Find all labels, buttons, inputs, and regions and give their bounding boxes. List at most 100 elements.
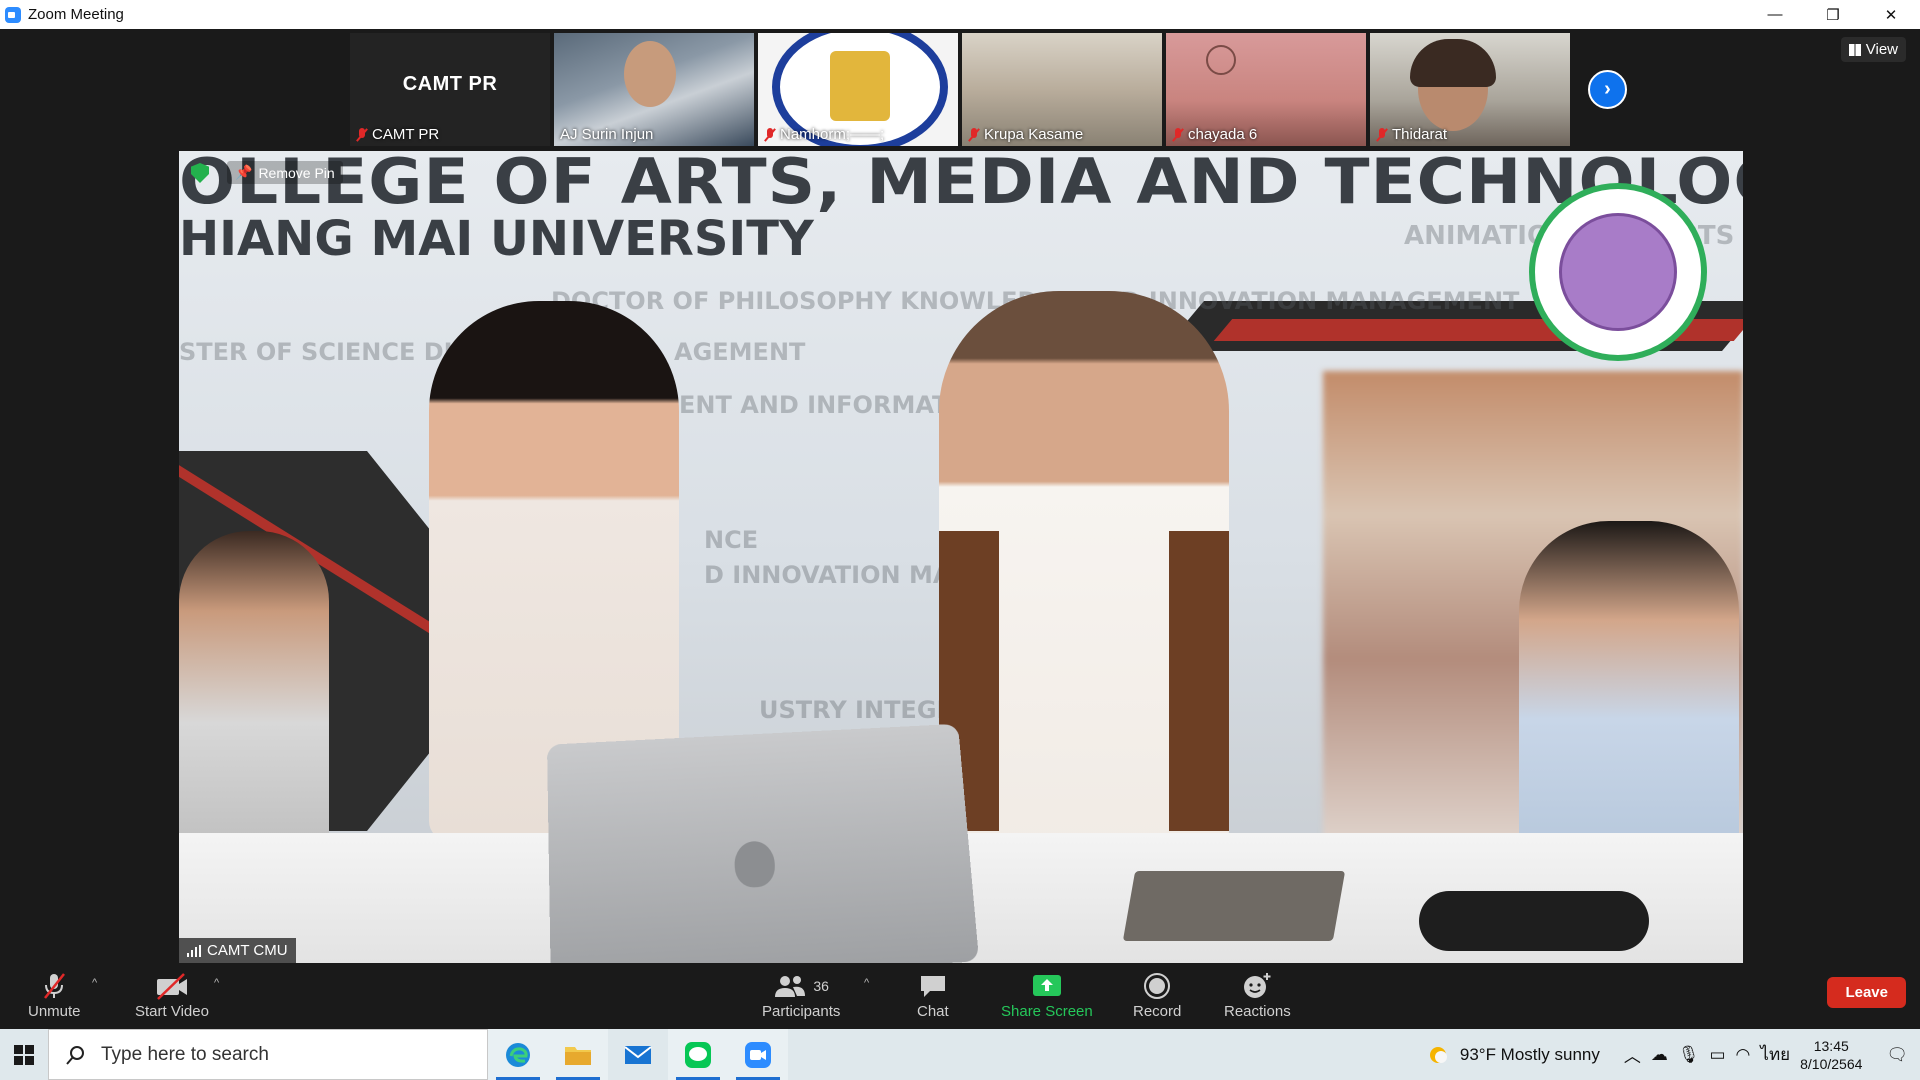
zoom-taskbar-button[interactable]: [728, 1029, 788, 1080]
gallery-strip: CAMT PR CAMT PR AJ Surin Injun Namhorm;—…: [350, 33, 1570, 146]
backdrop-text: NCE: [704, 526, 759, 554]
chat-button[interactable]: Chat: [917, 969, 949, 1020]
elephant-emblem-icon: [1559, 213, 1677, 331]
pin-icon: 📌: [235, 164, 253, 180]
search-icon: [66, 1045, 84, 1065]
laptop: [547, 723, 980, 963]
participants-label: Participants: [762, 1003, 841, 1020]
notification-icon[interactable]: 🗨: [1886, 1045, 1908, 1065]
record-button[interactable]: Record: [1133, 969, 1181, 1020]
muted-mic-icon: [39, 969, 69, 1003]
tray-overflow-icon[interactable]: ︿: [1624, 1042, 1641, 1067]
video-options-caret[interactable]: ^: [214, 977, 219, 989]
participant-name: chayada 6: [1188, 126, 1258, 143]
reactions-icon: [1241, 969, 1273, 1003]
view-label: View: [1865, 41, 1898, 58]
apple-logo-icon: [733, 840, 776, 889]
participant-tile[interactable]: AJ Surin Injun: [554, 33, 754, 146]
weather-sun-icon[interactable]: [1426, 1043, 1450, 1067]
mail-app-button[interactable]: [608, 1029, 668, 1080]
participants-count: 36: [813, 978, 829, 994]
participant-name: CAMT PR: [372, 126, 440, 143]
participants-icon: 36: [773, 969, 829, 1003]
wifi-icon[interactable]: ◠: [1736, 1045, 1751, 1065]
start-video-button[interactable]: Start Video: [135, 969, 209, 1020]
close-button[interactable]: ✕: [1862, 0, 1920, 29]
meeting-area: CAMT PR CAMT PR AJ Surin Injun Namhorm;—…: [0, 29, 1920, 1029]
backdrop-headline: OLLEGE OF ARTS, MEDIA AND TECHNOLOGY: [179, 151, 1743, 219]
meeting-toolbar: Unmute ^ Start Video ^ 36 Participants ^…: [0, 963, 1920, 1029]
participants-button[interactable]: 36 Participants: [762, 969, 840, 1020]
participant-name: AJ Surin Injun: [560, 126, 654, 143]
video-off-icon: [154, 969, 190, 1003]
minimize-button[interactable]: —: [1746, 0, 1804, 29]
university-seal-logo: [1529, 183, 1707, 361]
speaker-name-tag: CAMT CMU: [179, 938, 296, 963]
taskbar-search[interactable]: Type here to search: [48, 1029, 488, 1080]
windows-taskbar: Type here to search 93°F Mostly sunny ︿ …: [0, 1029, 1920, 1080]
participant-tile[interactable]: Krupa Kasame: [962, 33, 1162, 146]
window-titlebar: Zoom Meeting — ❐ ✕: [0, 0, 1920, 29]
restore-button[interactable]: ❐: [1804, 0, 1862, 29]
participants-options-caret[interactable]: ^: [864, 977, 869, 989]
clock[interactable]: 13:45 8/10/2564: [1800, 1037, 1862, 1073]
unmute-button[interactable]: Unmute: [28, 969, 81, 1020]
chat-icon: [918, 969, 948, 1003]
remove-pin-button[interactable]: 📌 Remove Pin: [227, 161, 343, 184]
start-video-label: Start Video: [135, 1003, 209, 1020]
unmute-label: Unmute: [28, 1003, 81, 1020]
ceiling-lamp: [1206, 45, 1236, 75]
folder-icon: [565, 1046, 591, 1065]
participant-big-name: CAMT PR: [402, 73, 498, 95]
reactions-label: Reactions: [1224, 1003, 1291, 1020]
notebook: [1122, 871, 1346, 941]
participant-name: Namhorm;——;: [780, 126, 885, 143]
participant-name: Thidarat: [1392, 126, 1448, 143]
backdrop-text: AGEMENT: [674, 338, 806, 366]
participant-hair: [1410, 39, 1496, 87]
audio-options-caret[interactable]: ^: [92, 977, 97, 989]
weather-text[interactable]: 93°F Mostly sunny: [1460, 1045, 1600, 1065]
clock-time: 13:45: [1813, 1037, 1849, 1054]
system-tray: 93°F Mostly sunny ︿ ☁ 🎙 ▭ ◠ ไทย 13:45 8/…: [1426, 1029, 1920, 1080]
file-explorer-button[interactable]: [548, 1029, 608, 1080]
muted-mic-icon: [968, 127, 980, 142]
edge-icon: [506, 1042, 530, 1067]
participant-tile[interactable]: chayada 6: [1166, 33, 1366, 146]
line-icon: [685, 1041, 711, 1068]
participant-tile[interactable]: Thidarat: [1370, 33, 1570, 146]
line-app-button[interactable]: [668, 1029, 728, 1080]
language-indicator[interactable]: ไทย: [1760, 1041, 1790, 1068]
windows-logo-icon: [14, 1044, 34, 1065]
active-speaker-video[interactable]: OLLEGE OF ARTS, MEDIA AND TECHNOLOGY HIA…: [179, 151, 1743, 963]
start-button[interactable]: [0, 1029, 48, 1080]
reactions-button[interactable]: Reactions: [1224, 969, 1291, 1020]
record-label: Record: [1133, 1003, 1182, 1020]
muted-mic-icon: [1376, 127, 1388, 142]
speaker-name: CAMT CMU: [207, 942, 288, 959]
microphone-icon[interactable]: 🎙: [1678, 1045, 1700, 1065]
record-icon: [1143, 969, 1171, 1003]
participant-video: [624, 41, 676, 107]
muted-mic-icon: [356, 127, 368, 142]
next-page-button[interactable]: ›: [1588, 70, 1627, 109]
remove-pin-label: Remove Pin: [258, 164, 335, 181]
muted-mic-icon: [764, 127, 776, 142]
edge-app-button[interactable]: [488, 1029, 548, 1080]
poster-student-left: [179, 531, 329, 851]
participant-tile[interactable]: Namhorm;——;: [758, 33, 958, 146]
participant-tile[interactable]: CAMT PR CAMT PR: [350, 33, 550, 146]
poster-student-right: [1519, 521, 1739, 851]
backdrop-subheadline: HIANG MAI UNIVERSITY: [179, 211, 814, 267]
share-screen-button[interactable]: Share Screen: [1001, 969, 1093, 1020]
window-title: Zoom Meeting: [28, 6, 124, 23]
onedrive-icon[interactable]: ☁: [1651, 1045, 1668, 1065]
search-placeholder: Type here to search: [101, 1043, 269, 1065]
zoom-app-icon: [5, 6, 21, 23]
presenter-vest: [1169, 531, 1229, 831]
battery-icon[interactable]: ▭: [1709, 1045, 1725, 1065]
share-screen-label: Share Screen: [1001, 1003, 1093, 1020]
leave-button[interactable]: Leave: [1827, 977, 1906, 1008]
view-button[interactable]: View: [1840, 37, 1906, 62]
share-screen-icon: [1031, 969, 1063, 1003]
